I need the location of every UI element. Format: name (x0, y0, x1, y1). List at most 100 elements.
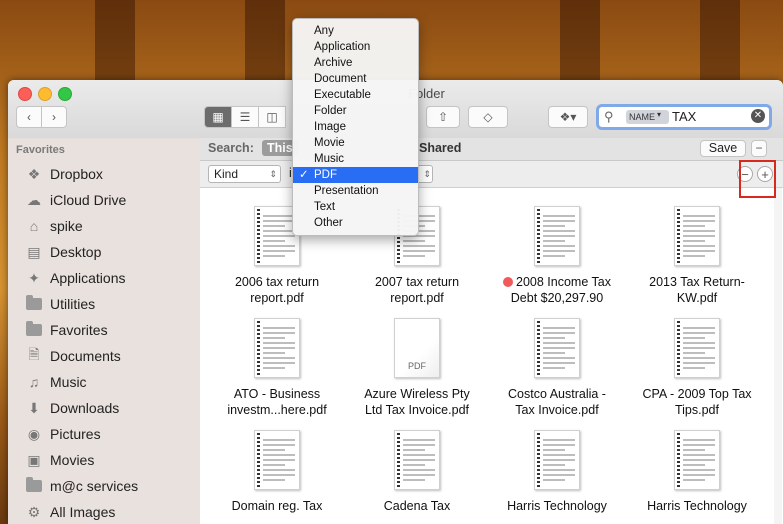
stepper-icon: ⇕ (423, 169, 431, 179)
file-name-line1: Azure Wireless Pty (364, 387, 470, 401)
columns-icon: ◫ (266, 110, 278, 124)
menu-item-folder[interactable]: Folder (293, 103, 418, 119)
sidebar-item-label: Movies (50, 452, 95, 468)
file-item[interactable]: Harris Technology (627, 430, 767, 514)
tags-button[interactable]: ◇ (468, 106, 508, 128)
menu-item-archive[interactable]: Archive (293, 55, 418, 71)
menu-item-application[interactable]: Application (293, 39, 418, 55)
sidebar-item-label: Music (50, 374, 87, 390)
sidebar-item-movies[interactable]: ▣ Movies (24, 449, 94, 471)
file-name-line2: report.pdf (250, 291, 304, 305)
red-tag-icon (503, 277, 513, 287)
scrollbar[interactable] (774, 188, 782, 524)
sidebar-item-spike[interactable]: ⌂ spike (24, 215, 83, 237)
sidebar-item-label: Dropbox (50, 166, 103, 182)
close-button[interactable] (18, 87, 32, 101)
menu-item-text[interactable]: Text (293, 199, 418, 215)
chevron-left-icon: ‹ (27, 110, 31, 124)
dropbox-button[interactable]: ❖▾ (548, 106, 588, 128)
minimize-button[interactable] (38, 87, 52, 101)
pdf-thumbnail-icon (534, 430, 580, 490)
attribute-popup[interactable]: Kind ⇕ (208, 165, 281, 183)
remove-scope-button[interactable]: − (751, 140, 767, 157)
highlight-annotation (739, 160, 776, 198)
file-name: 2006 tax return report.pdf (207, 274, 347, 306)
pdf-thumbnail-icon: PDF (394, 318, 440, 378)
attribute-value: Kind (214, 167, 239, 181)
menu-item-label: PDF (314, 169, 337, 181)
clear-search-icon[interactable]: ✕ (751, 109, 765, 123)
sidebar-item-label: Desktop (50, 244, 102, 260)
folder-icon (24, 477, 44, 495)
file-name-line2: investm...here.pdf (227, 403, 327, 417)
file-name-line1: Harris Technology (647, 499, 747, 513)
sidebar-item-documents[interactable]: 🗎 Documents (24, 345, 120, 367)
menu-item-executable[interactable]: Executable (293, 87, 418, 103)
search-field[interactable]: ⚲ NAME ▾ TAX ✕ (596, 104, 772, 130)
pdf-thumbnail-icon (534, 206, 580, 266)
dropbox-icon: ❖▾ (559, 110, 577, 124)
cloud-icon: ☁ (27, 191, 41, 208)
list-view-button[interactable]: ☰ (231, 106, 259, 128)
sidebar-item-label: All Images (50, 504, 116, 520)
share-button[interactable]: ⇧ (426, 106, 460, 128)
file-name: Domain reg. Tax (207, 498, 347, 514)
sidebar-item-label: Pictures (50, 426, 101, 442)
file-name-line1: 2006 tax return (234, 275, 320, 289)
search-scope-bar: Search: This Shared Save − (200, 138, 783, 161)
file-name-line1: Costco Australia - (508, 387, 606, 401)
file-name-line2: Tax Invoice.pdf (515, 403, 599, 417)
sidebar-item-desktop[interactable]: ▤ Desktop (24, 241, 101, 263)
sidebar-item-mac-services[interactable]: m@c services (24, 475, 138, 497)
menu-item-presentation[interactable]: Presentation (293, 183, 418, 199)
sidebar-item-pictures[interactable]: ◉ Pictures (24, 423, 101, 445)
pdf-thumbnail-icon (394, 430, 440, 490)
back-button[interactable]: ‹ (16, 106, 42, 128)
minus-icon: − (755, 141, 763, 155)
gear-icon: ⚙ (27, 503, 41, 520)
file-name-line1: 2013 Tax Return- (649, 275, 745, 289)
file-item[interactable]: Cadena Tax (347, 430, 487, 514)
grid-icon: ▦ (212, 110, 224, 124)
sidebar-item-dropbox[interactable]: ❖ Dropbox (24, 163, 103, 185)
column-view-button[interactable]: ◫ (258, 106, 286, 128)
sidebar-item-label: m@c services (50, 478, 139, 494)
sidebar-item-applications[interactable]: ✦ Applications (24, 267, 126, 289)
file-name: 2013 Tax Return- KW.pdf (627, 274, 767, 306)
sidebar-item-label: iCloud Drive (50, 192, 127, 208)
menu-item-pdf[interactable]: ✓ PDF (293, 167, 418, 183)
file-item[interactable]: ATO - Business investm...here.pdf (207, 318, 347, 418)
save-search-button[interactable]: Save (700, 140, 746, 157)
menu-item-document[interactable]: Document (293, 71, 418, 87)
file-item[interactable]: Harris Technology (487, 430, 627, 514)
file-item[interactable]: Costco Australia - Tax Invoice.pdf (487, 318, 627, 418)
menu-item-other[interactable]: Other (293, 215, 418, 231)
file-item[interactable]: CPA - 2009 Top Tax Tips.pdf (627, 318, 767, 418)
pdf-thumbnail-icon (254, 318, 300, 378)
sidebar-item-downloads[interactable]: ⬇ Downloads (24, 397, 119, 419)
sidebar-item-label: Applications (50, 270, 126, 286)
file-name: Harris Technology (627, 498, 767, 514)
file-item[interactable]: 2008 Income Tax Debt $20,297.90 (487, 206, 627, 306)
file-item[interactable]: 2013 Tax Return- KW.pdf (627, 206, 767, 306)
sidebar-item-music[interactable]: ♫ Music (24, 371, 87, 393)
menu-item-music[interactable]: Music (293, 151, 418, 167)
search-text: TAX (672, 109, 697, 124)
zoom-button[interactable] (58, 87, 72, 101)
file-item[interactable]: Domain reg. Tax (207, 430, 347, 514)
icon-view-button[interactable]: ▦ (204, 106, 232, 128)
menu-item-image[interactable]: Image (293, 119, 418, 135)
search-token[interactable]: NAME (626, 110, 670, 124)
sidebar-item-utilities[interactable]: Utilities (24, 293, 95, 315)
dropbox-icon: ❖ (27, 165, 41, 182)
forward-button[interactable]: › (41, 106, 67, 128)
sidebar-item-favorites[interactable]: Favorites (24, 319, 108, 341)
menu-item-movie[interactable]: Movie (293, 135, 418, 151)
file-item[interactable]: PDF Azure Wireless Pty Ltd Tax Invoice.pdf (347, 318, 487, 418)
music-icon: ♫ (28, 374, 40, 390)
sidebar-item-label: Utilities (50, 296, 96, 312)
scope-shared[interactable]: Shared (419, 141, 461, 155)
menu-item-any[interactable]: Any (293, 23, 418, 39)
sidebar-item-all-images[interactable]: ⚙ All Images (24, 501, 116, 523)
sidebar-item-icloud-drive[interactable]: ☁ iCloud Drive (24, 189, 126, 211)
